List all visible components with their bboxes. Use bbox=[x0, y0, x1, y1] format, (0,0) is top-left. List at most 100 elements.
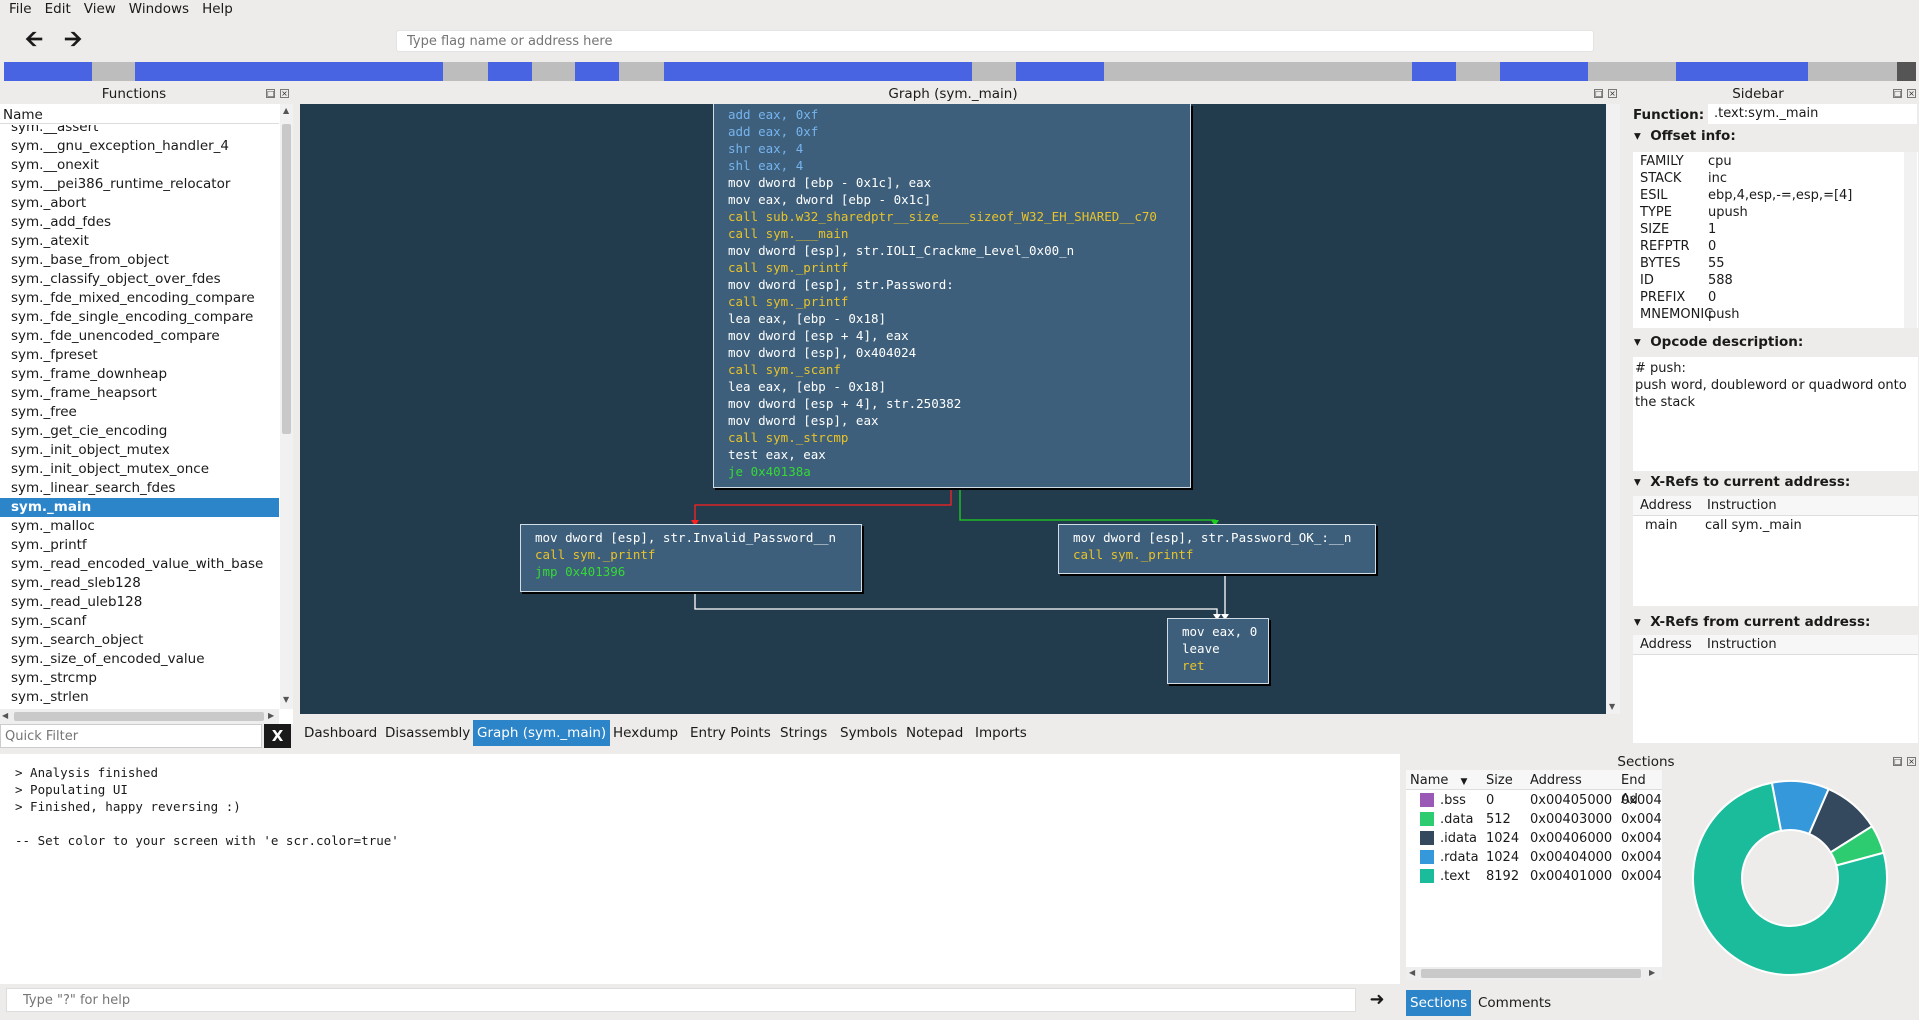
asm-instruction[interactable]: call sym._printf bbox=[1073, 546, 1361, 563]
close-icon[interactable]: × bbox=[1907, 757, 1916, 766]
offset-info-value[interactable]: 0 bbox=[1708, 290, 1716, 305]
asm-instruction[interactable]: call sym.___main bbox=[728, 225, 1176, 242]
function-list-item[interactable]: sym.__onexit bbox=[0, 156, 279, 175]
graph-block-invalid-password[interactable]: mov dword [esp], str.Invalid_Password__n… bbox=[520, 524, 862, 592]
function-list-item[interactable]: sym._fde_unencoded_compare bbox=[0, 327, 279, 346]
tab-entry-points[interactable]: Entry Points bbox=[686, 720, 775, 746]
asm-instruction[interactable]: mov eax, dword [ebp - 0x1c] bbox=[728, 191, 1176, 208]
col-address[interactable]: Address bbox=[1530, 771, 1582, 790]
asm-instruction[interactable]: shr eax, 4 bbox=[728, 140, 1176, 157]
sections-horizontal-scrollbar[interactable]: ◀ ▶ bbox=[1406, 967, 1662, 980]
float-icon[interactable]: □ bbox=[1893, 757, 1902, 766]
command-input[interactable] bbox=[6, 988, 1356, 1012]
asm-instruction[interactable]: add eax, 0xf bbox=[728, 106, 1176, 123]
xrefs-to-header[interactable]: ▾ X-Refs to current address: bbox=[1634, 474, 1850, 490]
asm-instruction[interactable]: call sym._strcmp bbox=[728, 429, 1176, 446]
flag-search-input[interactable] bbox=[396, 30, 1594, 52]
float-icon[interactable]: □ bbox=[266, 89, 275, 98]
offset-info-value[interactable]: upush bbox=[1708, 205, 1748, 220]
close-icon[interactable]: × bbox=[280, 89, 289, 98]
arrow-right-icon[interactable]: 🡪 bbox=[57, 27, 89, 55]
asm-instruction[interactable]: test eax, eax bbox=[728, 446, 1176, 463]
menu-edit[interactable]: Edit bbox=[36, 0, 75, 17]
function-list-item[interactable]: sym._frame_downheap bbox=[0, 365, 279, 384]
tab-notepad[interactable]: Notepad bbox=[902, 720, 967, 746]
function-list-item[interactable]: sym._abort bbox=[0, 194, 279, 213]
tab-comments[interactable]: Comments bbox=[1474, 990, 1555, 1016]
memory-segment-bar[interactable] bbox=[4, 62, 1916, 81]
asm-instruction[interactable]: mov dword [esp], str.IOLI_Crackme_Level_… bbox=[728, 242, 1176, 259]
graph-canvas[interactable]: add eax, 0xf add eax, 0xf shr eax, 4 shl ea… bbox=[300, 104, 1606, 714]
function-field[interactable]: .text:sym._main bbox=[1708, 104, 1917, 124]
tab-hexdump[interactable]: Hexdump bbox=[609, 720, 682, 746]
asm-instruction[interactable]: add eax, 0xf bbox=[728, 123, 1176, 140]
col-address[interactable]: Address bbox=[1640, 498, 1692, 513]
asm-instruction[interactable]: ret bbox=[1182, 657, 1254, 674]
asm-instruction[interactable]: mov dword [esp], 0x404024 bbox=[728, 344, 1176, 361]
scroll-down-icon[interactable]: ▼ bbox=[1609, 702, 1615, 711]
section-size[interactable]: 1024 bbox=[1486, 829, 1519, 848]
menu-help[interactable]: Help bbox=[193, 0, 237, 17]
float-icon[interactable]: □ bbox=[1594, 89, 1603, 98]
asm-instruction[interactable]: mov dword [esp], str.Password_OK_:__n bbox=[1073, 529, 1361, 546]
functions-vertical-scrollbar[interactable]: ▲ ▼ bbox=[280, 104, 293, 709]
offset-info-value[interactable]: 1 bbox=[1708, 222, 1716, 237]
offset-info-value[interactable]: 588 bbox=[1708, 273, 1733, 288]
tab-strings[interactable]: Strings bbox=[776, 720, 831, 746]
function-list-item[interactable]: sym._main bbox=[0, 498, 279, 517]
scrollbar-thumb[interactable] bbox=[14, 712, 264, 721]
asm-instruction[interactable]: mov dword [esp], eax bbox=[728, 412, 1176, 429]
tab-dashboard[interactable]: Dashboard bbox=[300, 720, 381, 746]
tab-graph[interactable]: Graph (sym._main) bbox=[473, 720, 611, 746]
section-name[interactable]: .idata bbox=[1440, 829, 1477, 848]
section-size[interactable]: 0 bbox=[1486, 791, 1494, 810]
scroll-down-icon[interactable]: ▼ bbox=[283, 695, 289, 704]
asm-instruction[interactable]: mov eax, 0 bbox=[1182, 623, 1257, 640]
section-name[interactable]: .rdata bbox=[1440, 848, 1479, 867]
function-list-item[interactable]: sym.__pei386_runtime_relocator bbox=[0, 175, 279, 194]
menu-windows[interactable]: Windows bbox=[120, 0, 193, 17]
close-icon[interactable]: × bbox=[1608, 89, 1617, 98]
section-name[interactable]: .bss bbox=[1440, 791, 1466, 810]
menu-file[interactable]: File bbox=[0, 0, 36, 17]
tab-disassembly[interactable]: Disassembly bbox=[381, 720, 474, 746]
col-address[interactable]: Address bbox=[1640, 637, 1692, 652]
float-icon[interactable]: □ bbox=[1893, 89, 1902, 98]
function-list-item[interactable]: sym._malloc bbox=[0, 517, 279, 536]
function-list-item[interactable]: sym._read_uleb128 bbox=[0, 593, 279, 612]
col-instruction[interactable]: Instruction bbox=[1707, 637, 1777, 652]
clear-filter-button[interactable]: X bbox=[264, 724, 291, 748]
function-list-item[interactable]: sym.__gnu_exception_handler_4 bbox=[0, 137, 279, 156]
section-address[interactable]: 0x00405000 bbox=[1530, 791, 1612, 810]
graph-block-return[interactable]: mov eax, 0 leave ret bbox=[1167, 618, 1269, 684]
function-list-item[interactable]: sym._linear_search_fdes bbox=[0, 479, 279, 498]
scroll-left-icon[interactable]: ◀ bbox=[1409, 968, 1415, 977]
section-size[interactable]: 1024 bbox=[1486, 848, 1519, 867]
section-end-address[interactable]: 0x004 bbox=[1621, 848, 1662, 867]
section-name[interactable]: .data bbox=[1440, 810, 1473, 829]
tab-symbols[interactable]: Symbols bbox=[836, 720, 901, 746]
asm-instruction[interactable]: call sym._scanf bbox=[728, 361, 1176, 378]
function-list-item[interactable]: sym._scanf bbox=[0, 612, 279, 631]
function-list-item[interactable]: sym.__assert bbox=[0, 125, 279, 137]
function-list-item[interactable]: sym._init_object_mutex bbox=[0, 441, 279, 460]
scroll-up-icon[interactable]: ▲ bbox=[283, 106, 289, 115]
function-list-item[interactable]: sym._base_from_object bbox=[0, 251, 279, 270]
function-list-item[interactable]: sym._get_cie_encoding bbox=[0, 422, 279, 441]
asm-instruction[interactable]: call sym._printf bbox=[728, 259, 1176, 276]
function-list-item[interactable]: sym._fde_single_encoding_compare bbox=[0, 308, 279, 327]
xrefs-from-header[interactable]: ▾ X-Refs from current address: bbox=[1634, 614, 1870, 630]
graph-vertical-scrollbar[interactable]: ▼ bbox=[1606, 104, 1620, 714]
function-list-item[interactable]: sym._strlen bbox=[0, 688, 279, 707]
section-size[interactable]: 512 bbox=[1486, 810, 1511, 829]
section-end-address[interactable]: 0x004 bbox=[1621, 829, 1662, 848]
quick-filter-input[interactable] bbox=[0, 724, 262, 748]
offset-info-value[interactable]: 55 bbox=[1708, 256, 1725, 271]
function-list-item[interactable]: sym._free bbox=[0, 403, 279, 422]
asm-instruction[interactable]: lea eax, [ebp - 0x18] bbox=[728, 378, 1176, 395]
functions-column-header[interactable]: Name bbox=[0, 104, 279, 124]
function-list-item[interactable]: sym._classify_object_over_fdes bbox=[0, 270, 279, 289]
close-icon[interactable]: × bbox=[1907, 89, 1916, 98]
xref-address[interactable]: main bbox=[1645, 518, 1677, 533]
offset-info-value[interactable]: inc bbox=[1708, 171, 1727, 186]
